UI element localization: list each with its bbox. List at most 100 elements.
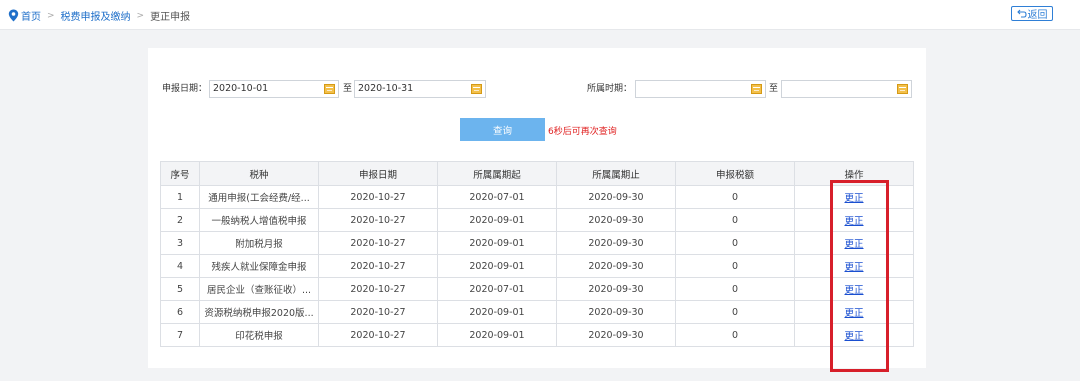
calendar-icon[interactable] (897, 84, 908, 94)
table-row: 6 资源税纳税申报2020版... 2020-10-27 2020-09-01 … (160, 300, 914, 324)
return-arrow-icon (1016, 9, 1027, 18)
row-period-end: 2020-09-30 (556, 231, 676, 255)
row-period-end: 2020-09-30 (556, 323, 676, 347)
table-row: 2 一般纳税人增值税申报 2020-10-27 2020-09-01 2020-… (160, 208, 914, 232)
query-cooldown-hint: 6秒后可再次查询 (548, 127, 617, 137)
row-tax-type: 附加税月报 (199, 231, 319, 255)
row-index: 3 (160, 231, 200, 255)
column-header-period-start: 所属属期起 (437, 161, 557, 186)
row-declare-date: 2020-10-27 (318, 323, 438, 347)
main-panel: 申报日期： 2020-10-01 至 2020-10-31 所属时期： 至 查询… (148, 48, 926, 372)
row-tax-type: 通用申报(工会经费/经... (199, 185, 319, 209)
row-index: 6 (160, 300, 200, 324)
breadcrumb-current: 更正申报 (150, 12, 191, 23)
column-header-tax-type: 税种 (199, 161, 319, 186)
correct-link[interactable]: 更正 (844, 239, 863, 250)
row-tax-type: 残疾人就业保障金申报 (199, 254, 319, 278)
period-start-field[interactable] (635, 80, 766, 98)
top-bar: 首页 > 税费申报及缴纳 > 更正申报 返回 (0, 0, 1080, 30)
row-action-cell: 更正 (794, 300, 914, 324)
table-row: 5 居民企业（查账征收）... 2020-10-27 2020-07-01 20… (160, 277, 914, 301)
row-period-start: 2020-09-01 (437, 231, 557, 255)
row-tax-amount: 0 (675, 185, 795, 209)
declaration-table: 序号 税种 申报日期 所属属期起 所属属期止 申报税额 操作 1 通用申报(工会… (160, 161, 914, 347)
row-declare-date: 2020-10-27 (318, 208, 438, 232)
row-declare-date: 2020-10-27 (318, 231, 438, 255)
calendar-icon[interactable] (471, 84, 482, 94)
query-button[interactable]: 查询 (460, 118, 545, 141)
period-label: 所属时期： (587, 84, 633, 94)
correct-link[interactable]: 更正 (844, 331, 863, 342)
row-declare-date: 2020-10-27 (318, 254, 438, 278)
table-header-row: 序号 税种 申报日期 所属属期起 所属属期止 申报税额 操作 (160, 161, 914, 186)
row-tax-type: 印花税申报 (199, 323, 319, 347)
column-header-action: 操作 (794, 161, 914, 186)
breadcrumb-tax-filing-link[interactable]: 税费申报及缴纳 (61, 8, 131, 23)
row-declare-date: 2020-10-27 (318, 277, 438, 301)
row-period-start: 2020-07-01 (437, 185, 557, 209)
row-action-cell: 更正 (794, 277, 914, 301)
row-period-start: 2020-09-01 (437, 254, 557, 278)
row-period-end: 2020-09-30 (556, 185, 676, 209)
row-period-start: 2020-09-01 (437, 300, 557, 324)
location-pin-icon (8, 9, 19, 22)
calendar-icon[interactable] (324, 84, 335, 94)
row-tax-amount: 0 (675, 254, 795, 278)
declare-date-start-field[interactable]: 2020-10-01 (209, 80, 339, 98)
row-index: 4 (160, 254, 200, 278)
row-action-cell: 更正 (794, 231, 914, 255)
row-tax-type: 一般纳税人增值税申报 (199, 208, 319, 232)
row-tax-type: 居民企业（查账征收）... (199, 277, 319, 301)
correct-link[interactable]: 更正 (844, 262, 863, 273)
breadcrumb-separator: > (136, 10, 145, 21)
column-header-period-end: 所属属期止 (556, 161, 676, 186)
table-row: 1 通用申报(工会经费/经... 2020-10-27 2020-07-01 2… (160, 185, 914, 209)
row-declare-date: 2020-10-27 (318, 185, 438, 209)
breadcrumb-separator: > (47, 10, 55, 21)
declare-date-label: 申报日期： (162, 84, 208, 94)
row-action-cell: 更正 (794, 208, 914, 232)
row-action-cell: 更正 (794, 185, 914, 209)
row-period-end: 2020-09-30 (556, 254, 676, 278)
row-tax-amount: 0 (675, 323, 795, 347)
declare-date-end-value: 2020-10-31 (358, 83, 414, 94)
column-header-declare-date: 申报日期 (318, 161, 438, 186)
row-index: 5 (160, 277, 200, 301)
correct-link[interactable]: 更正 (844, 216, 863, 227)
row-tax-amount: 0 (675, 300, 795, 324)
row-index: 1 (160, 185, 200, 209)
row-period-end: 2020-09-30 (556, 208, 676, 232)
row-period-start: 2020-07-01 (437, 277, 557, 301)
row-period-start: 2020-09-01 (437, 323, 557, 347)
calendar-icon[interactable] (751, 84, 762, 94)
table-row: 7 印花税申报 2020-10-27 2020-09-01 2020-09-30… (160, 323, 914, 347)
row-tax-amount: 0 (675, 277, 795, 301)
row-period-end: 2020-09-30 (556, 277, 676, 301)
back-button[interactable]: 返回 (1011, 6, 1053, 21)
row-period-end: 2020-09-30 (556, 300, 676, 324)
correct-link[interactable]: 更正 (844, 285, 863, 296)
declare-date-start-value: 2020-10-01 (213, 83, 269, 94)
column-header-index: 序号 (160, 161, 200, 186)
breadcrumb-home-link[interactable]: 首页 (21, 8, 41, 23)
row-tax-amount: 0 (675, 208, 795, 232)
row-period-start: 2020-09-01 (437, 208, 557, 232)
table-row: 3 附加税月报 2020-10-27 2020-09-01 2020-09-30… (160, 231, 914, 255)
back-button-label: 返回 (1027, 10, 1048, 21)
row-tax-type: 资源税纳税申报2020版... (199, 300, 319, 324)
correct-link[interactable]: 更正 (844, 193, 863, 204)
row-index: 7 (160, 323, 200, 347)
period-end-field[interactable] (781, 80, 912, 98)
row-tax-amount: 0 (675, 231, 795, 255)
correct-link[interactable]: 更正 (844, 308, 863, 319)
row-action-cell: 更正 (794, 254, 914, 278)
table-row: 4 残疾人就业保障金申报 2020-10-27 2020-09-01 2020-… (160, 254, 914, 278)
row-action-cell: 更正 (794, 323, 914, 347)
column-header-tax-amount: 申报税额 (675, 161, 795, 186)
to-label: 至 (769, 84, 779, 94)
row-index: 2 (160, 208, 200, 232)
to-label: 至 (343, 84, 353, 94)
breadcrumb: 首页 > 税费申报及缴纳 > 更正申报 (8, 8, 190, 23)
row-declare-date: 2020-10-27 (318, 300, 438, 324)
declare-date-end-field[interactable]: 2020-10-31 (354, 80, 486, 98)
